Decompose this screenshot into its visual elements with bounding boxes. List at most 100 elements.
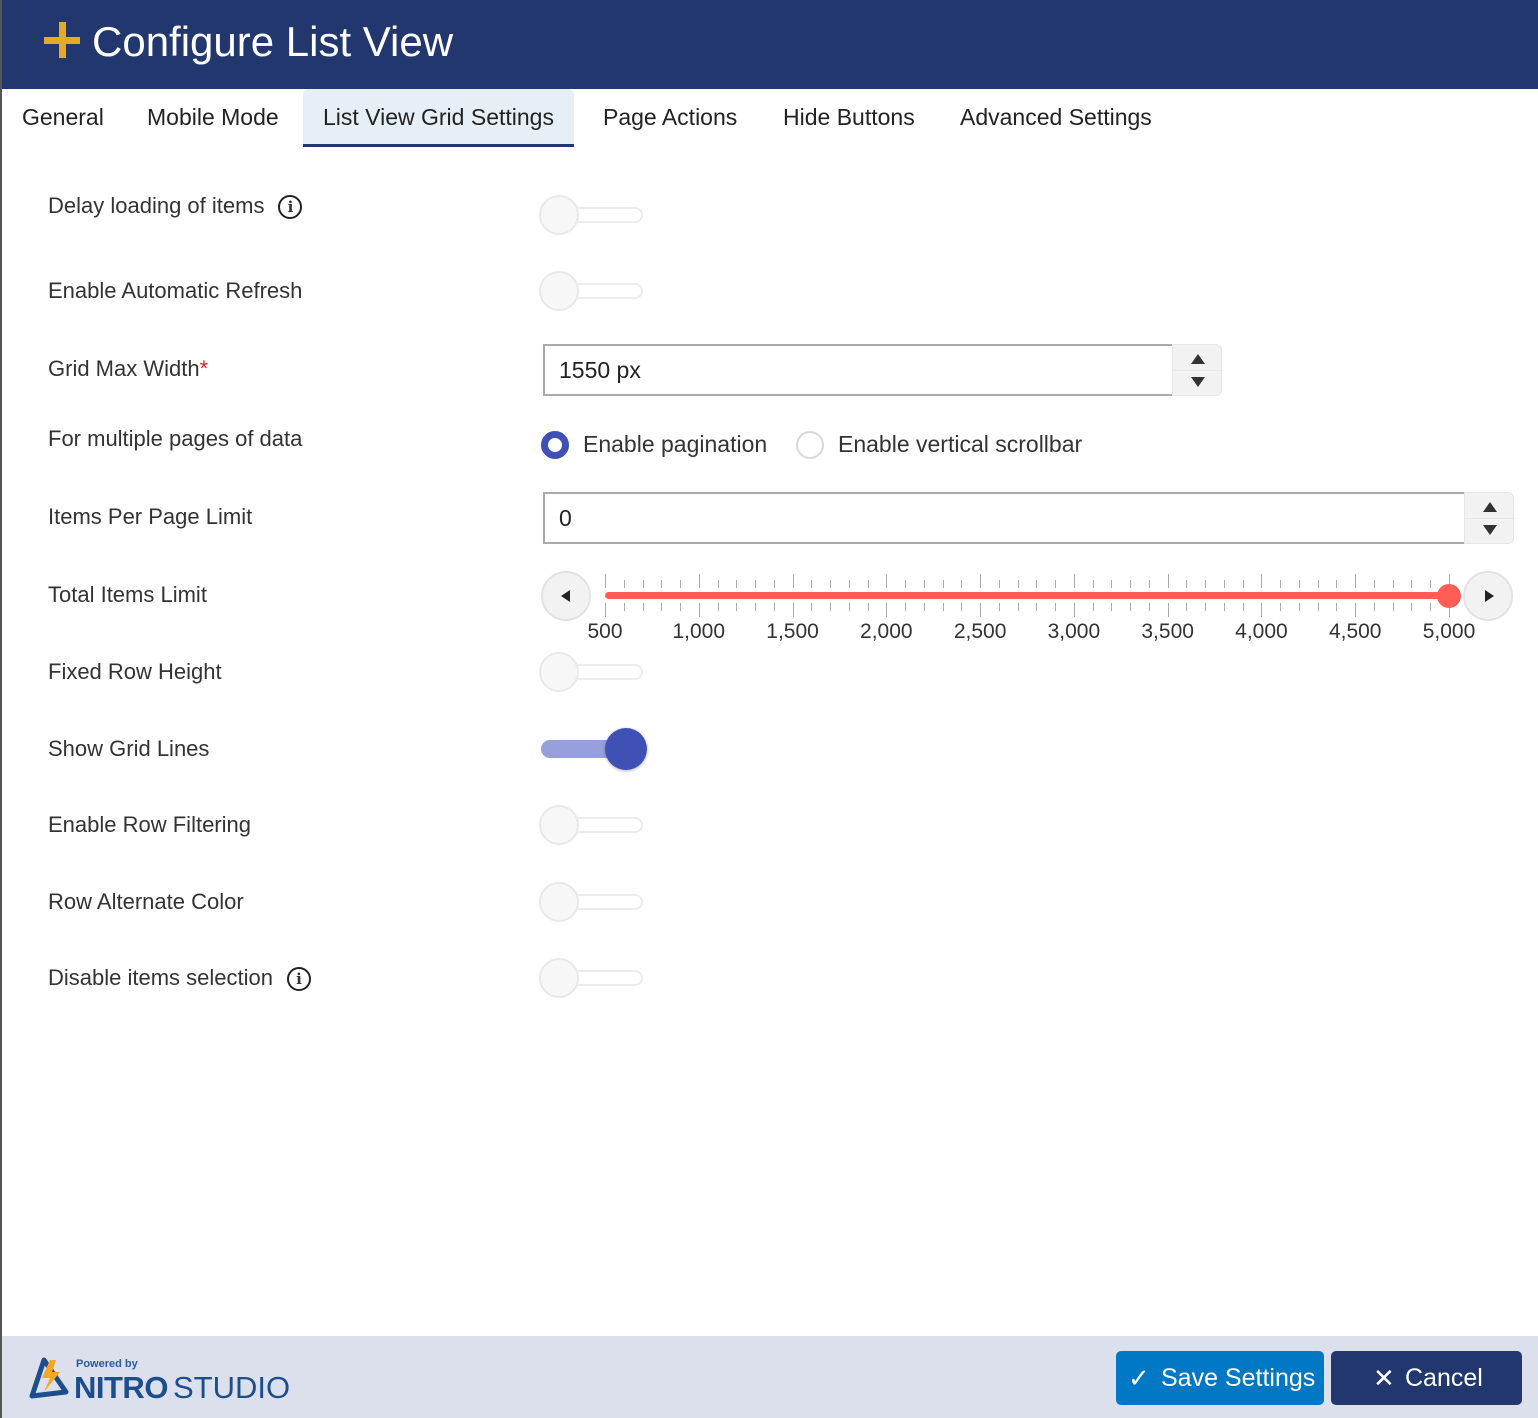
grid-max-width-label: Grid Max Width* [48, 356, 209, 381]
slider-major-tick [792, 574, 794, 588]
increment-arrow-icon[interactable] [1465, 493, 1515, 519]
fixed-row-height-label: Fixed Row Height [48, 659, 222, 684]
tab-list-view-grid-settings[interactable]: List View Grid Settings [303, 89, 574, 147]
powered-by-text: Powered by [76, 1358, 138, 1370]
slider-minor-tick [1242, 580, 1244, 588]
close-icon: ✕ [1373, 1363, 1395, 1393]
slider-minor-tick [961, 603, 963, 611]
grid-max-width-input[interactable]: 1550 px [543, 344, 1172, 396]
slider-minor-tick [661, 603, 663, 611]
slider-minor-tick [755, 603, 757, 611]
slider-decrease-button[interactable] [541, 571, 591, 621]
slider-major-tick [980, 603, 982, 617]
slider-track[interactable] [605, 592, 1449, 599]
slider-minor-tick [1298, 580, 1300, 588]
fixed-row-height-toggle[interactable] [539, 651, 645, 693]
delay-loading-toggle[interactable] [539, 194, 645, 236]
brand-studio: STUDIO [173, 1370, 291, 1405]
disable-selection-toggle[interactable] [539, 957, 645, 999]
tab-general[interactable]: General [2, 89, 124, 147]
save-settings-button[interactable]: ✓ Save Settings [1116, 1351, 1324, 1405]
slider-minor-tick [680, 580, 682, 588]
show-grid-lines-toggle[interactable] [539, 728, 647, 770]
slider-minor-tick [848, 580, 850, 588]
slider-minor-tick [867, 580, 869, 588]
row-alternate-color-toggle[interactable] [539, 881, 645, 923]
total-items-limit-slider: 500 1,000 1,500 2,000 2,500 3,000 3,500 4,000 4,… [541, 568, 1515, 658]
toggle-knob [539, 958, 579, 998]
show-grid-lines-label: Show Grid Lines [48, 736, 210, 761]
dialog-footer: Powered by NITRO STUDIO ✓ Save Settings … [2, 1336, 1538, 1418]
slider-minor-tick [1336, 603, 1338, 611]
auto-refresh-label: Enable Automatic Refresh [48, 278, 303, 303]
slider-minor-tick [773, 603, 775, 611]
slider-minor-tick [1148, 580, 1150, 588]
tab-bar: General Mobile Mode List View Grid Setti… [2, 89, 1538, 149]
info-icon[interactable]: i [278, 195, 303, 219]
slider-major-tick [605, 603, 606, 617]
slider-minor-tick [1186, 603, 1188, 611]
slider-tick-label: 1,500 [766, 620, 819, 643]
slider-major-tick [1355, 603, 1357, 617]
slider-tick-label: 4,000 [1235, 620, 1288, 643]
slider-minor-tick [736, 603, 738, 611]
toggle-knob [539, 805, 579, 845]
slider-major-tick [698, 574, 700, 588]
nitro-logo-icon [29, 1357, 69, 1399]
slider-minor-tick [1373, 580, 1375, 588]
slider-minor-tick [1430, 603, 1432, 611]
slider-minor-tick [1373, 603, 1375, 611]
slider-minor-tick [942, 603, 944, 611]
decrement-arrow-icon[interactable] [1465, 519, 1515, 545]
dialog-title: Configure List View [92, 18, 454, 65]
decrement-arrow-icon[interactable] [1173, 371, 1223, 397]
slider-tick-label: 5,000 [1422, 620, 1476, 643]
slider-tick-label: 3,000 [1047, 620, 1101, 643]
checkmark-icon: ✓ [1128, 1363, 1150, 1393]
slider-major-tick [698, 603, 700, 617]
slider-minor-tick [961, 580, 963, 588]
nitro-studio-logo: Powered by NITRO STUDIO [28, 1354, 291, 1405]
slider-minor-tick [1411, 580, 1413, 588]
slider-minor-tick [1223, 580, 1225, 588]
cancel-button[interactable]: ✕ Cancel [1331, 1351, 1522, 1405]
tab-advanced-settings[interactable]: Advanced Settings [940, 89, 1172, 147]
slider-minor-tick [1130, 603, 1132, 611]
slider-minor-tick [1055, 580, 1057, 588]
slider-major-tick [1261, 603, 1263, 617]
slider-minor-tick [1130, 580, 1132, 588]
slider-major-tick [980, 574, 982, 588]
slider-minor-tick [1205, 580, 1207, 588]
tab-mobile-mode[interactable]: Mobile Mode [127, 89, 299, 147]
toggle-knob [539, 882, 579, 922]
slider-minor-tick [1092, 580, 1094, 588]
slider-minor-tick [998, 580, 1000, 588]
row-filtering-toggle[interactable] [539, 804, 645, 846]
slider-minor-tick [848, 603, 850, 611]
slider-minor-tick [905, 580, 907, 588]
auto-refresh-toggle[interactable] [539, 270, 645, 312]
slider-minor-tick [1186, 580, 1188, 588]
increment-arrow-icon[interactable] [1173, 345, 1223, 371]
slider-minor-tick [773, 580, 775, 588]
radio-checked-icon [541, 431, 569, 459]
slider-increase-button[interactable] [1463, 571, 1513, 621]
row-alternate-color-label: Row Alternate Color [48, 889, 244, 914]
slider-minor-tick [998, 603, 1000, 611]
tab-hide-buttons[interactable]: Hide Buttons [763, 89, 935, 147]
slider-minor-tick [1148, 603, 1150, 611]
slider-tick-label: 3,500 [1141, 620, 1194, 643]
slider-major-tick [1073, 603, 1075, 617]
tab-page-actions[interactable]: Page Actions [583, 89, 757, 147]
slider-minor-tick [1392, 603, 1394, 611]
info-icon[interactable]: i [286, 967, 311, 991]
toggle-knob [605, 728, 647, 770]
slider-tick-label: 4,500 [1328, 620, 1382, 643]
slider-handle[interactable] [1437, 584, 1461, 608]
items-per-page-input[interactable]: 0 [543, 492, 1464, 544]
slider-major-tick [1167, 574, 1169, 588]
toggle-knob [539, 195, 579, 235]
slider-minor-tick [1242, 603, 1244, 611]
slider-minor-tick [867, 603, 869, 611]
slider-minor-tick [905, 603, 907, 611]
